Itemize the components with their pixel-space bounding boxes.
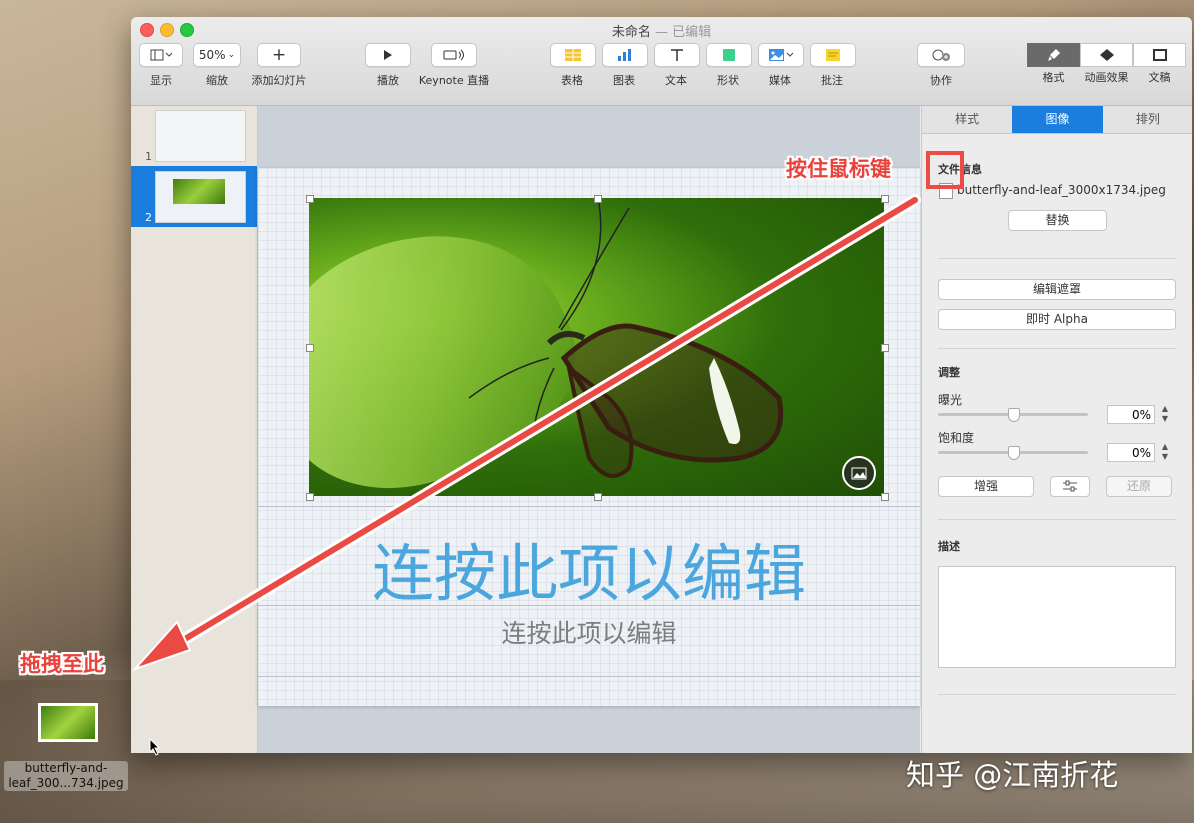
drag-here-annotation: 拖拽至此: [20, 652, 104, 676]
image-thumbnail: [38, 703, 98, 742]
desktop-file-icon[interactable]: [32, 688, 100, 756]
hold-mouse-annotation: 按住鼠标键: [786, 157, 891, 181]
mouse-cursor-icon: [149, 738, 161, 756]
credit-watermark: 知乎 @江南折花: [906, 758, 1119, 792]
desktop-file-name-line2: leaf_300...734.jpeg: [8, 776, 124, 790]
drag-arrow: [131, 194, 921, 672]
desktop-file-name-line1: butterfly-and-: [24, 761, 108, 775]
desktop-file-name[interactable]: butterfly-and- leaf_300...734.jpeg: [4, 761, 128, 791]
